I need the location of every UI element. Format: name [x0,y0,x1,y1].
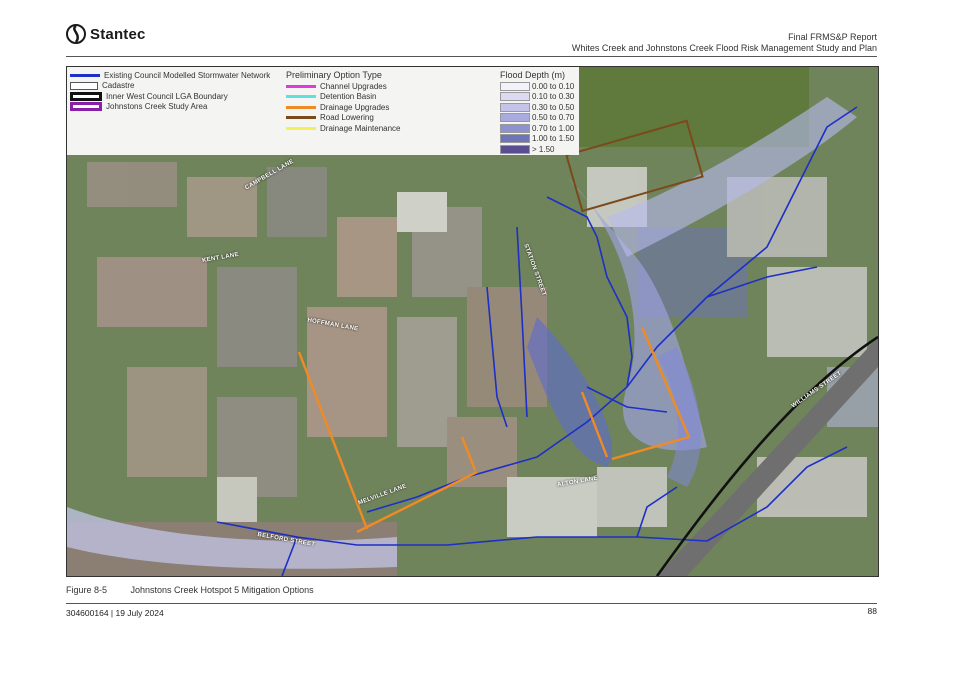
legend-row: Drainage Maintenance [286,123,401,134]
legend-label: Existing Council Modelled Stormwater Net… [104,70,271,80]
legend-label: Road Lowering [320,113,374,123]
legend-label: > 1.50 [532,144,555,154]
legend-swatch [286,105,316,109]
legend-swatch [500,92,530,102]
legend-swatch [500,102,530,112]
stantec-logo-icon [66,24,86,44]
legend-swatch [500,134,530,144]
legend-row: 0.50 to 0.70 [500,113,574,124]
legend-label: 0.50 to 0.70 [532,113,575,123]
legend-label: Johnstons Creek Study Area [106,102,208,112]
footer-divider [66,603,877,604]
legend-network: Existing Council Modelled Stormwater Net… [70,70,270,112]
report-subtitle: Whites Creek and Johnstons Creek Flood R… [571,43,877,53]
legend-label: 0.00 to 0.10 [532,81,575,91]
report-title: Final FRMS&P Report [788,32,877,42]
legend-label: 0.70 to 1.00 [532,123,575,133]
legend-label: 1.00 to 1.50 [532,134,575,144]
legend-swatch [70,81,98,90]
page-number: 88 [867,606,877,616]
legend-row: Cadastre [70,81,270,92]
legend-row: 0.30 to 0.50 [500,102,574,113]
legend-swatch [500,144,530,154]
legend-title: Preliminary Option Type [286,70,382,80]
legend-swatch [70,102,102,112]
figure-number: Figure 8-5 [66,585,108,595]
flood-map: CAMPBELL LANE HOFFMAN LANE MELVILLE LANE… [66,66,879,577]
stantec-logo: Stantec [66,24,146,44]
legend-label: Channel Upgrades [320,81,387,91]
legend-label: Detention Basin [320,92,377,102]
legend-row: Channel Upgrades [286,81,401,92]
legend-depth: Flood Depth (m) 0.00 to 0.10 0.10 to 0.3… [500,70,574,155]
legend-row: Detention Basin [286,92,401,103]
legend-row: Road Lowering [286,113,401,124]
legend-row: Existing Council Modelled Stormwater Net… [70,70,270,81]
legend-label: Drainage Maintenance [320,123,401,133]
legend-swatch [286,95,316,99]
legend-swatch [500,113,530,123]
legend-row: Drainage Upgrades [286,102,401,113]
legend-row: 0.00 to 0.10 [500,81,574,92]
brand-name: Stantec [90,25,146,43]
legend-swatch [70,73,100,77]
legend-swatch [500,81,530,91]
legend-swatch [500,123,530,133]
legend-label: 0.30 to 0.50 [532,102,575,112]
legend-swatch [70,91,102,101]
legend-swatch [286,126,316,130]
figure-title: Johnstons Creek Hotspot 5 Mitigation Opt… [130,585,314,595]
legend-label: 0.10 to 0.30 [532,92,575,102]
document-reference: 304600164 | 19 July 2024 [66,608,164,618]
legend-label: Inner West Council LGA Boundary [106,91,228,101]
legend-row: Johnstons Creek Study Area [70,102,270,113]
legend-row: 1.00 to 1.50 [500,134,574,145]
legend-row: > 1.50 [500,144,574,155]
legend-swatch [286,84,316,88]
legend-swatch [286,116,316,120]
legend-title: Flood Depth (m) [500,70,566,80]
map-legend: Existing Council Modelled Stormwater Net… [67,67,579,155]
figure-caption: Figure 8-5 Johnstons Creek Hotspot 5 Mit… [66,585,314,595]
legend-label: Cadastre [102,81,135,91]
legend-row: 0.70 to 1.00 [500,123,574,134]
header-divider [66,56,877,57]
legend-label: Drainage Upgrades [320,102,390,112]
legend-row: 0.10 to 0.30 [500,92,574,103]
legend-row: Inner West Council LGA Boundary [70,91,270,102]
legend-options: Preliminary Option Type Channel Upgrades… [286,70,401,134]
